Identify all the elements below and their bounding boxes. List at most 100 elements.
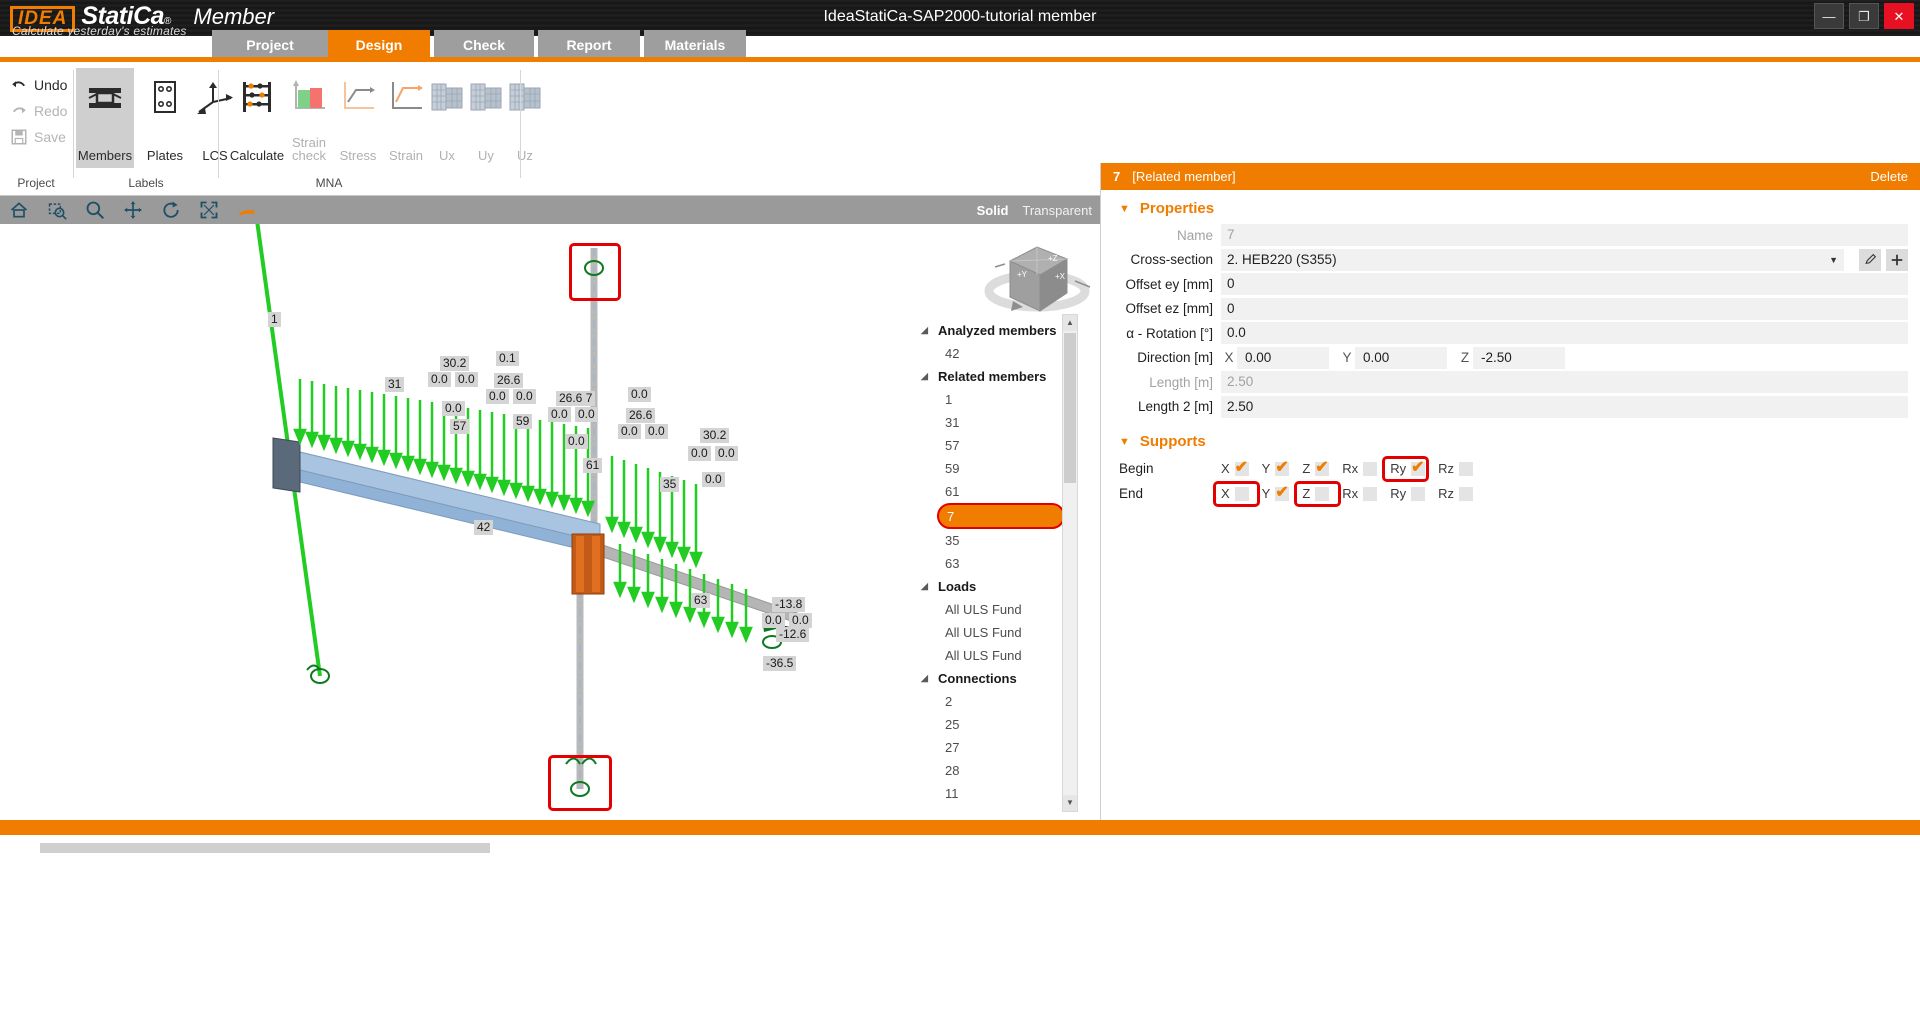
tree-item-35[interactable]: 35 [915,529,1065,552]
tree-item-conn-28[interactable]: 28 [915,759,1065,782]
model-tree[interactable]: ◢ Analyzed members 42 ◢ Related members … [915,319,1065,809]
tree-item-63[interactable]: 63 [915,552,1065,575]
support-end-y[interactable]: Y [1262,486,1290,501]
tree-group-loads[interactable]: ◢ Loads [915,575,1065,598]
tree-item-31[interactable]: 31 [915,411,1065,434]
stress-button[interactable]: Stress [332,68,384,168]
rotation-field[interactable]: 0.0 [1221,322,1908,344]
maximize-button[interactable]: ❐ [1849,3,1879,29]
scrollbar-thumb[interactable] [1064,333,1076,483]
tab-design[interactable]: Design [328,30,430,60]
zoom-window-icon[interactable] [38,196,76,224]
tree-scrollbar[interactable]: ▲ ▼ [1062,314,1078,812]
tree-group-connections[interactable]: ◢ Connections [915,667,1065,690]
chevron-down-icon[interactable]: ▼ [1119,203,1130,215]
ux-button[interactable]: Ux [427,68,467,168]
delete-button[interactable]: Delete [1870,169,1908,184]
checkbox[interactable] [1411,487,1425,501]
tree-item-59[interactable]: 59 [915,457,1065,480]
cross-section-select[interactable]: 2. HEB220 (S355) ▼ [1221,249,1844,271]
tree-item-42[interactable]: 42 [915,342,1065,365]
fit-screen-icon[interactable] [190,196,228,224]
display-mode-transparent[interactable]: Transparent [1022,203,1092,218]
collapse-triangle-icon[interactable]: ◢ [921,581,933,592]
zoom-icon[interactable] [76,196,114,224]
rotate-icon[interactable] [152,196,190,224]
tab-materials[interactable]: Materials [644,30,746,60]
checkbox[interactable] [1315,487,1329,501]
tree-item-57[interactable]: 57 [915,434,1065,457]
tree-item-conn-11[interactable]: 11 [915,782,1065,805]
checkbox[interactable] [1459,487,1473,501]
undo-button[interactable]: Undo [10,76,67,94]
collapse-triangle-icon[interactable]: ◢ [921,371,933,382]
members-button[interactable]: Members [76,68,134,168]
uy-button[interactable]: Uy [466,68,506,168]
support-end-rz[interactable]: Rz [1438,486,1473,501]
support-begin-ry[interactable]: Ry [1390,461,1425,476]
tree-item-conn-25[interactable]: 25 [915,713,1065,736]
scroll-down-icon[interactable]: ▼ [1063,795,1077,811]
offset-ey-field[interactable]: 0 [1221,273,1908,295]
tab-report[interactable]: Report [538,30,640,60]
strain-check-button[interactable]: Strain check [280,68,338,168]
save-button[interactable]: Save [10,128,66,146]
chevron-down-icon[interactable]: ▼ [1829,249,1838,271]
redo-button[interactable]: Redo [10,102,67,120]
checkbox[interactable] [1363,487,1377,501]
tree-item-conn-27[interactable]: 27 [915,736,1065,759]
tree-item-load-2[interactable]: All ULS Fund [915,621,1065,644]
checkbox[interactable] [1275,462,1289,476]
tree-item-61[interactable]: 61 [915,480,1065,503]
uz-button[interactable]: Uz [505,68,545,168]
support-end-x[interactable]: X [1221,486,1249,501]
scroll-up-icon[interactable]: ▲ [1063,315,1077,331]
checkbox[interactable] [1459,462,1473,476]
support-begin-rz[interactable]: Rz [1438,461,1473,476]
tab-check[interactable]: Check [434,30,534,60]
uy-label: Uy [478,149,494,168]
support-end-ry[interactable]: Ry [1390,486,1425,501]
tree-group-analyzed-members[interactable]: ◢ Analyzed members [915,319,1065,342]
checkbox[interactable] [1235,487,1249,501]
collapse-triangle-icon[interactable]: ◢ [921,673,933,684]
tree-item-1[interactable]: 1 [915,388,1065,411]
pan-icon[interactable] [114,196,152,224]
collapse-triangle-icon[interactable]: ◢ [921,325,933,336]
tree-item-7-selected[interactable]: 7 [937,503,1065,529]
supports-section-header[interactable]: ▼ Supports [1101,419,1920,456]
checkbox[interactable] [1411,462,1425,476]
direction-y-field[interactable]: 0.00 [1355,347,1447,369]
display-mode-solid[interactable]: Solid [977,203,1009,218]
model-viewport[interactable]: 1 31 57 59 61 42 35 63 30.2 0.0 0.0 0.0 … [0,224,1100,820]
support-begin-x[interactable]: X [1221,461,1249,476]
checkbox[interactable] [1363,462,1377,476]
home-icon[interactable] [0,196,38,224]
paint-icon[interactable] [228,196,266,224]
close-button[interactable]: ✕ [1884,3,1914,29]
tree-item-conn-2[interactable]: 2 [915,690,1065,713]
support-end-rx[interactable]: Rx [1342,486,1377,501]
tree-item-load-3[interactable]: All ULS Fund [915,644,1065,667]
support-end-z[interactable]: Z [1302,486,1329,501]
support-begin-rx[interactable]: Rx [1342,461,1377,476]
navigation-cube[interactable]: +Z +Y +X [975,224,1100,329]
direction-z-field[interactable]: -2.50 [1473,347,1565,369]
add-cross-section-button[interactable] [1886,249,1908,271]
direction-x-field[interactable]: 0.00 [1237,347,1329,369]
checkbox[interactable] [1275,487,1289,501]
ribbon-group-labels-label: Labels [74,176,218,190]
support-begin-z[interactable]: Z [1302,461,1329,476]
tab-project[interactable]: Project [212,30,328,60]
checkbox[interactable] [1235,462,1249,476]
checkbox[interactable] [1315,462,1329,476]
length2-field[interactable]: 2.50 [1221,396,1908,418]
support-begin-y[interactable]: Y [1262,461,1290,476]
tree-item-load-1[interactable]: All ULS Fund [915,598,1065,621]
minimize-button[interactable]: — [1814,3,1844,29]
tree-group-related-members[interactable]: ◢ Related members [915,365,1065,388]
properties-section-header[interactable]: ▼ Properties [1101,190,1920,223]
chevron-down-icon[interactable]: ▼ [1119,436,1130,448]
offset-ez-field[interactable]: 0 [1221,298,1908,320]
edit-cross-section-button[interactable] [1859,249,1881,271]
